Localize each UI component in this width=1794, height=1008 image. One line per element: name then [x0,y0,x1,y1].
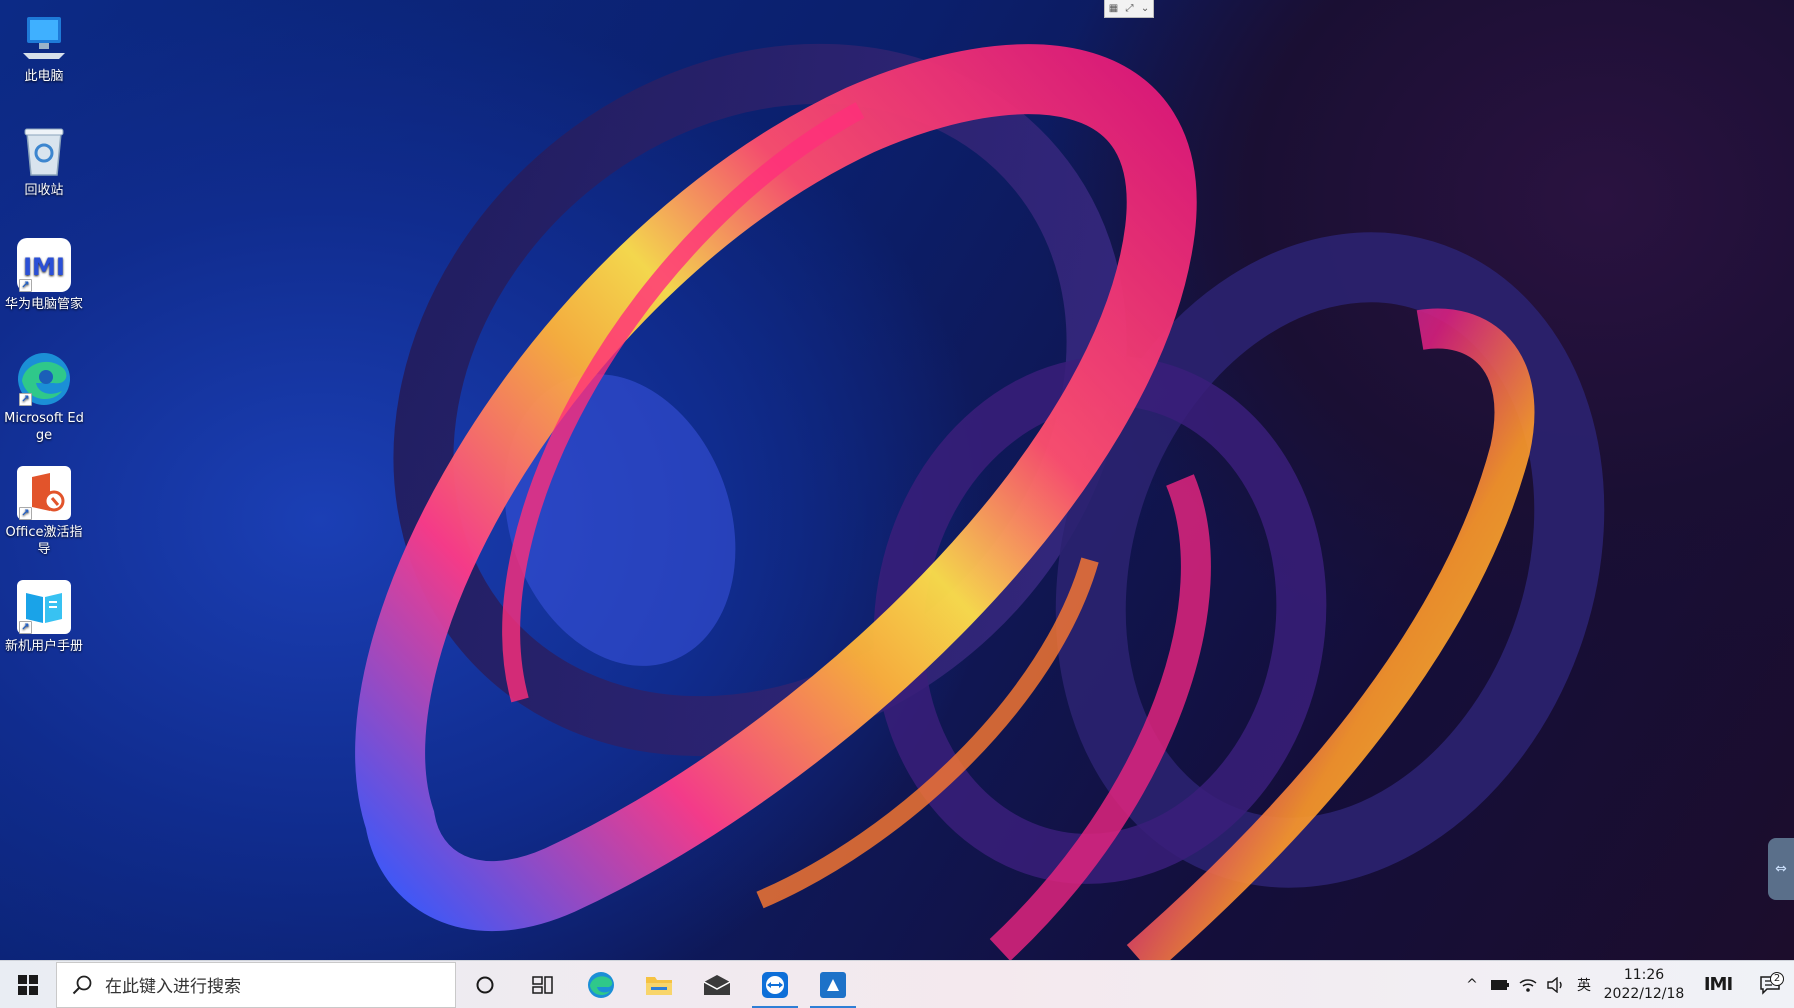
desktop-icon-huawei-pc-manager[interactable]: IMI ↗ 华为电脑管家 [0,236,88,313]
cortana-button[interactable] [456,961,514,1008]
desktop-icon-recycle-bin[interactable]: 回收站 [0,122,88,199]
expand-icon[interactable]: ⤢ [1126,3,1134,14]
desktop-icon-label: Microsoft Edge [4,411,84,443]
edge-icon [588,971,614,998]
quick-assist-icon [820,971,846,998]
show-hidden-icons-button[interactable]: ^ [1458,977,1486,993]
svg-text:IMI: IMI [23,253,65,281]
desktop-icon-label: 此电脑 [24,69,64,84]
desktop-wallpaper [0,0,1794,960]
search-icon [72,975,92,994]
notification-center-button[interactable]: 2 [1746,971,1794,995]
clock-time: 11:26 [1623,966,1665,983]
battery-icon [1491,979,1509,990]
teamviewer-icon: ⇔ [1775,861,1787,877]
desktop-icon-label: 新机用户手册 [4,639,83,654]
task-view-icon [532,975,553,994]
windows-logo-icon [18,974,38,995]
huawei-pc-manager-icon: IMI [1703,974,1733,995]
taskbar-teamviewer-button[interactable] [746,961,804,1008]
wallpaper-art [355,43,1605,960]
file-explorer-icon [646,976,672,995]
desktop-icon-microsoft-edge[interactable]: ↗ Microsoft Edge [0,350,88,444]
teamviewer-icon [762,971,788,998]
search-placeholder: 在此键入进行搜索 [105,977,241,997]
desktop-icon-label: 华为电脑管家 [4,297,83,312]
wifi-icon [1519,978,1537,992]
taskbar-mail-button[interactable] [688,961,746,1008]
desktop-icon-this-pc[interactable]: 此电脑 [0,8,88,85]
taskbar-file-explorer-button[interactable] [630,961,688,1008]
chevron-down-icon[interactable]: ⌄ [1141,3,1149,14]
network-button[interactable] [1514,977,1542,993]
clock[interactable]: 11:26 2022/12/18 [1598,966,1690,1004]
recycle-bin-icon [15,122,73,180]
shortcut-arrow-icon: ↗ [19,393,32,406]
remote-session-toolbar[interactable]: ▦ ⤢ ⌄ [1104,0,1154,18]
shortcut-arrow-icon: ↗ [19,507,32,520]
shortcut-arrow-icon: ↗ [19,621,32,634]
taskbar-search-box[interactable]: 在此键入进行搜索 [56,961,456,1008]
taskbar-quick-assist-button[interactable] [804,961,862,1008]
user-manual-icon: ↗ [15,578,73,636]
huawei-tray-button[interactable]: IMI [1690,974,1746,995]
desktop-icon-label: Office激活指导 [5,525,83,557]
shortcut-arrow-icon: ↗ [19,279,32,292]
task-view-button[interactable] [514,961,572,1008]
huawei-pc-manager-icon: IMI ↗ [15,236,73,294]
volume-button[interactable] [1542,976,1570,993]
clock-date: 2022/12/18 [1603,985,1685,1002]
system-tray: ^ 英 11:26 2022/12/18 IMI 2 [1458,961,1794,1008]
desktop-icon-user-manual[interactable]: ↗ 新机用户手册 [0,578,88,655]
cortana-icon [476,976,494,993]
office-activation-icon: ↗ [15,464,73,522]
taskbar-edge-button[interactable] [572,961,630,1008]
desktop-icon-label: 回收站 [24,183,64,198]
input-method-indicator[interactable]: 英 [1570,975,1598,995]
teamviewer-side-tab[interactable]: ⇔ [1768,838,1794,900]
battery-button[interactable] [1486,979,1514,991]
notification-count-badge: 2 [1770,971,1784,986]
edge-icon: ↗ [15,350,73,408]
speaker-icon [1547,976,1562,993]
grid-icon[interactable]: ▦ [1109,3,1118,14]
computer-icon [15,8,73,66]
desktop-icon-office-activation[interactable]: ↗ Office激活指导 [0,464,88,558]
start-button[interactable] [0,961,56,1008]
taskbar: 在此键入进行搜索 ^ 英 11:26 2022/12/18 IMI 2 [0,960,1794,1008]
mail-icon [703,974,731,995]
chevron-up-icon: ^ [1466,976,1478,993]
